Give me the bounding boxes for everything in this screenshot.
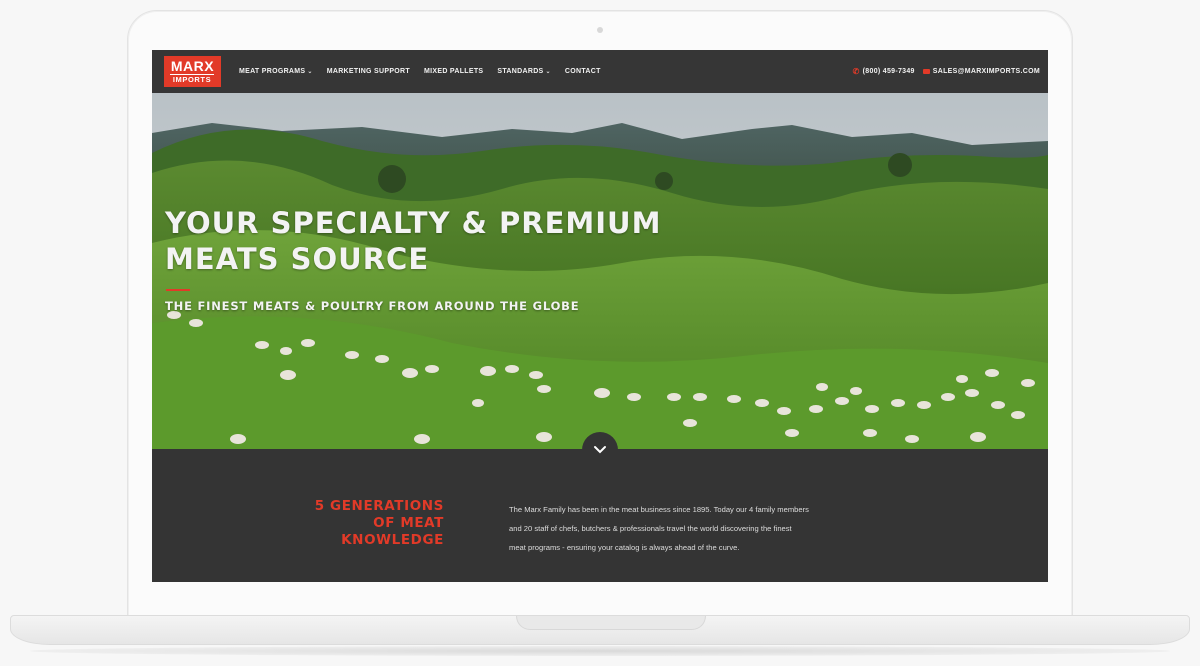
laptop-base [10,615,1190,645]
nav-item-label: MIXED PALLETS [424,68,484,75]
main-menu: MEAT PROGRAMS ⌄ MARKETING SUPPORT MIXED … [239,50,601,93]
nav-item-label: MEAT PROGRAMS [239,68,306,75]
laptop-shadow [30,646,1170,656]
hero-title-line1: YOUR SPECIALTY & PREMIUM [165,206,662,240]
intro-body-line1: The Marx Family has been in the meat bus… [509,505,809,514]
nav-item-label: STANDARDS [497,68,544,75]
website-screen: MARX IMPORTS MEAT PROGRAMS ⌄ MARKETING S… [152,50,1048,582]
intro-paragraph: The Marx Family has been in the meat bus… [509,500,845,557]
nav-meat-programs[interactable]: MEAT PROGRAMS ⌄ [239,68,313,75]
brand-logo[interactable]: MARX IMPORTS [164,56,221,87]
header-contact: ✆ (800) 459-7349 SALES@MARXIMPORTS.COM [853,50,1040,93]
scroll-down-button[interactable] [582,432,618,468]
email-link[interactable]: SALES@MARXIMPORTS.COM [922,68,1040,75]
hero-subtitle: THE FINEST MEATS & POULTRY FROM AROUND T… [165,299,580,313]
camera-dot [597,27,603,33]
envelope-icon [922,69,930,74]
intro-heading: 5 GENERATIONS OF MEAT KNOWLEDGE [272,498,444,549]
logo-text-sub: IMPORTS [170,74,214,84]
hero-title-line2: MEATS SOURCE [165,242,430,276]
intro-body-line2: and 20 staff of chefs, butchers & profes… [509,524,792,533]
intro-heading-line2: OF MEAT [373,515,444,531]
nav-item-label: CONTACT [564,68,601,75]
nav-marketing-support[interactable]: MARKETING SUPPORT [327,68,410,75]
phone-link[interactable]: ✆ (800) 459-7349 [853,67,915,76]
laptop-base-notch [516,616,706,630]
hero-banner: YOUR SPECIALTY & PREMIUM MEATS SOURCE TH… [152,93,1048,449]
top-navbar: MARX IMPORTS MEAT PROGRAMS ⌄ MARKETING S… [152,50,1048,93]
logo-text-main: MARX [170,58,215,74]
hero-title: YOUR SPECIALTY & PREMIUM MEATS SOURCE [165,205,685,277]
phone-number: (800) 459-7349 [862,68,915,75]
nav-standards[interactable]: STANDARDS ⌄ [497,68,550,75]
chevron-down-icon: ⌄ [545,69,551,75]
phone-icon: ✆ [852,67,860,76]
chevron-down-icon: ⌄ [307,69,313,75]
intro-heading-line3: KNOWLEDGE [341,532,444,548]
nav-contact[interactable]: CONTACT [565,68,601,75]
chevron-down-icon [594,446,606,454]
email-address: SALES@MARXIMPORTS.COM [932,68,1040,75]
nav-item-label: MARKETING SUPPORT [326,68,410,75]
intro-heading-line1: 5 GENERATIONS [314,498,444,514]
nav-mixed-pallets[interactable]: MIXED PALLETS [424,68,483,75]
intro-body-line3: meat programs - ensuring your catalog is… [509,543,740,552]
hero-divider [166,289,190,291]
